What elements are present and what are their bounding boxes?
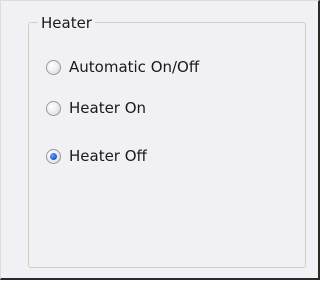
radio-heater-on[interactable]: Heater On: [46, 97, 146, 119]
radio-heater-off[interactable]: Heater Off: [46, 145, 147, 167]
radio-selected-dot-icon: [50, 152, 57, 160]
radio-heater-off-label[interactable]: Heater Off: [69, 147, 147, 165]
radio-button-icon[interactable]: [46, 148, 61, 164]
radio-automatic-on-off[interactable]: Automatic On/Off: [46, 56, 199, 78]
radio-button-icon[interactable]: [46, 59, 61, 75]
radio-heater-on-label[interactable]: Heater On: [69, 99, 146, 117]
radio-automatic-on-off-label[interactable]: Automatic On/Off: [69, 58, 199, 76]
heater-groupbox-title: Heater: [38, 14, 95, 32]
radio-button-icon[interactable]: [46, 100, 61, 116]
